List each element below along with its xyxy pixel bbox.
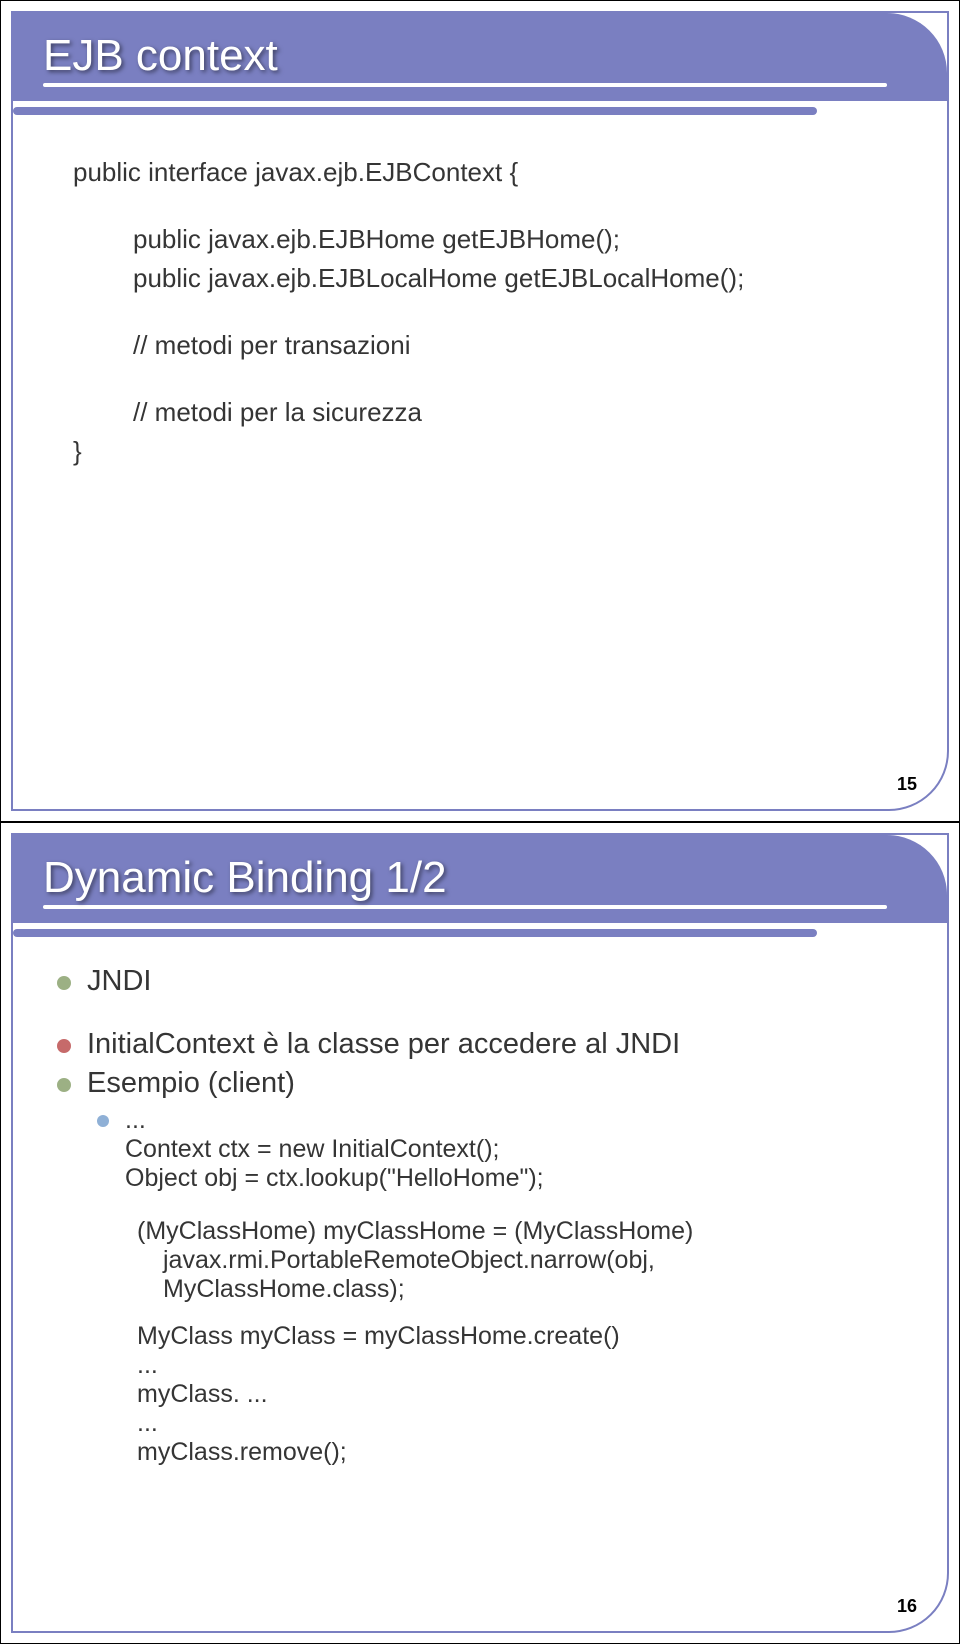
slide-page-1: EJB context public interface javax.ejb.E… bbox=[0, 0, 960, 822]
bullet-text: Esempio (client) bbox=[87, 1067, 295, 1100]
slide-content: public interface javax.ejb.EJBContext { … bbox=[73, 153, 887, 739]
page-number: 16 bbox=[897, 1596, 917, 1617]
bullet-text: InitialContext è la classe per accedere … bbox=[87, 1028, 680, 1061]
page-number: 15 bbox=[897, 774, 917, 795]
title-underline-thick bbox=[13, 107, 817, 115]
title-underline-thin bbox=[43, 905, 887, 909]
slide-frame: EJB context public interface javax.ejb.E… bbox=[11, 11, 949, 811]
bullet-text: javax.rmi.PortableRemoteObject.narrow(ob… bbox=[137, 1246, 903, 1304]
bullet-dot-icon bbox=[57, 1078, 71, 1092]
slide-content: JNDI InitialContext è la classe per acce… bbox=[57, 965, 903, 1561]
bullet-item: InitialContext è la classe per accedere … bbox=[57, 1028, 903, 1061]
bullet-text: myClass.remove(); bbox=[137, 1438, 903, 1467]
slide-title: Dynamic Binding 1/2 bbox=[43, 853, 917, 903]
bullet-item: JNDI bbox=[57, 965, 903, 998]
code-line: // metodi per la sicurezza bbox=[73, 393, 887, 432]
code-line: public interface javax.ejb.EJBContext { bbox=[73, 153, 887, 192]
code-line: // metodi per transazioni bbox=[73, 326, 887, 365]
code-line: public javax.ejb.EJBLocalHome getEJBLoca… bbox=[73, 259, 887, 298]
title-band: Dynamic Binding 1/2 bbox=[13, 835, 947, 923]
bullet-text: ... bbox=[137, 1409, 903, 1438]
title-underline-thin bbox=[43, 83, 887, 87]
title-underline-thick bbox=[13, 929, 817, 937]
title-band: EJB context bbox=[13, 13, 947, 101]
bullet-text: Object obj = ctx.lookup("HelloHome"); bbox=[125, 1164, 544, 1193]
bullet-text: ... bbox=[125, 1106, 544, 1135]
bullet-text: MyClass myClass = myClassHome.create() bbox=[137, 1322, 903, 1351]
bullet-item: ... Context ctx = new InitialContext(); … bbox=[57, 1106, 903, 1193]
bullet-dot-icon bbox=[57, 976, 71, 990]
bullet-text: (MyClassHome) myClassHome = (MyClassHome… bbox=[137, 1217, 903, 1246]
bullet-item: Esempio (client) bbox=[57, 1067, 903, 1100]
bullet-dot-icon bbox=[97, 1115, 109, 1127]
bullet-text: Context ctx = new InitialContext(); bbox=[125, 1135, 544, 1164]
bullet-dot-icon bbox=[57, 1039, 71, 1053]
code-line: } bbox=[73, 432, 887, 471]
slide-page-2: Dynamic Binding 1/2 JNDI InitialContext … bbox=[0, 822, 960, 1644]
bullet-text: myClass. ... bbox=[137, 1380, 903, 1409]
code-line: public javax.ejb.EJBHome getEJBHome(); bbox=[73, 220, 887, 259]
slide-frame: Dynamic Binding 1/2 JNDI InitialContext … bbox=[11, 833, 949, 1633]
bullet-text: ... bbox=[137, 1351, 903, 1380]
slide-title: EJB context bbox=[43, 31, 917, 81]
bullet-text: JNDI bbox=[87, 965, 151, 998]
